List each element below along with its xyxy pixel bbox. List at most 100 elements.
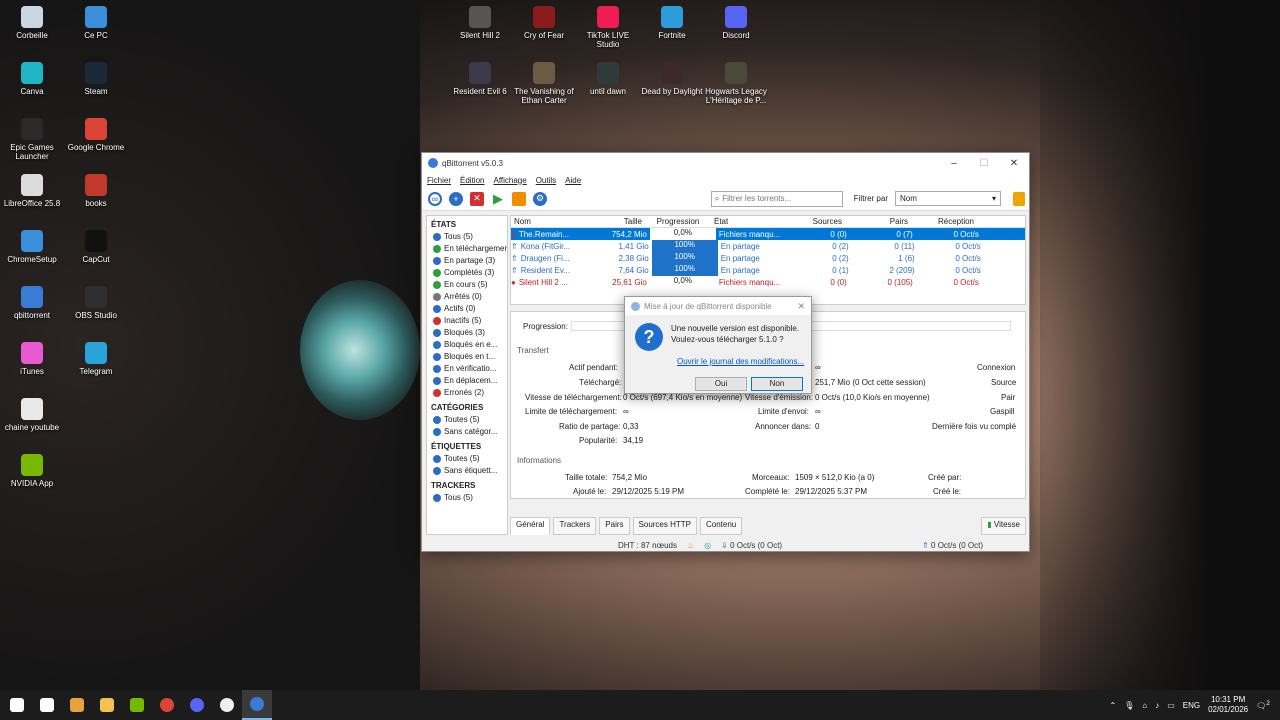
detail-tab[interactable]: Trackers <box>553 517 597 535</box>
menu-item[interactable]: Fichier <box>427 176 451 185</box>
taskbar-qbittorrent-button[interactable] <box>242 690 272 720</box>
close-button[interactable]: ✕ <box>999 158 1029 169</box>
sidebar-item[interactable]: Bloqués en e... <box>427 339 507 351</box>
menu-item[interactable]: Édition <box>460 176 484 185</box>
table-row[interactable]: ● Silent Hill 2 ... 25,61 Gio 0,0% Fichiers… <box>511 276 1025 288</box>
desktop-icon[interactable]: until dawn <box>576 62 640 96</box>
network-icon[interactable]: ◎ <box>704 541 711 550</box>
sidebar-item[interactable]: Sans catégor... <box>427 426 507 438</box>
add-torrent-icon[interactable]: + <box>449 191 463 206</box>
yes-button[interactable]: Oui <box>695 377 747 391</box>
battery-icon[interactable]: ▭ <box>1167 701 1175 710</box>
table-row[interactable]: ● The.Remain... 754,2 Mio 0,0% Fichiers man… <box>511 228 1025 240</box>
search-input[interactable]: ⌕ Filtrer les torrents... <box>710 190 843 207</box>
chevron-up-icon[interactable]: ⌃ <box>1109 701 1116 710</box>
column-header[interactable]: Nom <box>511 217 577 226</box>
desktop-icon[interactable]: Corbeille <box>0 6 64 40</box>
sidebar-item[interactable]: Toutes (5) <box>427 453 507 465</box>
no-button[interactable]: Non <box>751 377 803 391</box>
desktop-icon[interactable]: LibreOffice 25.8 <box>0 174 64 208</box>
table-row[interactable]: ⇑ Draugen (Fi... 2,38 Gio 100% En partage 0 … <box>511 252 1025 264</box>
labels-header[interactable]: ÉTIQUETTES <box>427 438 507 453</box>
desktop-icon[interactable]: Cry of Fear <box>512 6 576 40</box>
detail-tab[interactable]: Sources HTTP <box>632 517 697 535</box>
sidebar-item[interactable]: Sans étiquett... <box>427 465 507 477</box>
menu-item[interactable]: Aide <box>565 176 581 185</box>
sidebar-item[interactable]: En téléchargement <box>427 243 507 255</box>
sidebar-item[interactable]: Arrêtés (0) <box>427 291 507 303</box>
desktop-icon[interactable]: The Vanishing of Ethan Carter <box>512 62 576 105</box>
taskbar-start-button[interactable] <box>2 690 32 720</box>
minimize-button[interactable]: – <box>939 158 969 169</box>
language-indicator[interactable]: ENG <box>1183 701 1200 710</box>
column-header[interactable]: Réception <box>911 217 977 226</box>
taskbar-nvidia-button[interactable] <box>122 690 152 720</box>
categories-header[interactable]: CATÉGORIES <box>427 399 507 414</box>
desktop-icon[interactable]: ChromeSetup <box>0 230 64 264</box>
desktop-icon[interactable]: Hogwarts Legacy L'Héritage de P... <box>704 62 768 105</box>
column-header[interactable]: Progression <box>645 217 711 226</box>
desktop-icon[interactable]: Steam <box>64 62 128 96</box>
desktop-icon[interactable]: OBS Studio <box>64 286 128 320</box>
desktop-icon[interactable]: Telegram <box>64 342 128 376</box>
taskbar-chrome-button[interactable] <box>152 690 182 720</box>
sidebar-item[interactable]: Tous (5) <box>427 231 507 243</box>
desktop-icon[interactable]: Discord <box>704 6 768 40</box>
taskbar-store-button[interactable] <box>32 690 62 720</box>
menu-item[interactable]: Outils <box>536 176 556 185</box>
states-header[interactable]: ÉTATS <box>427 216 507 231</box>
sidebar-item[interactable]: En déplacem... <box>427 375 507 387</box>
table-row[interactable]: ⇑ Resident Ev... 7,64 Gio 100% En partage 0 … <box>511 264 1025 276</box>
sidebar-item[interactable]: Bloqués en t... <box>427 351 507 363</box>
desktop-icon[interactable]: CapCut <box>64 230 128 264</box>
desktop-icon[interactable]: chaine youtube <box>0 398 64 432</box>
download-speed[interactable]: ⇓ 0 Oct/s (0 Oct) <box>721 541 782 550</box>
desktop-icon[interactable]: Silent Hill 2 <box>448 6 512 40</box>
desktop-icon[interactable]: Resident Evil 6 <box>448 62 512 96</box>
column-header[interactable]: Pairs <box>845 217 911 226</box>
menu-item[interactable]: Affichage <box>493 176 526 185</box>
detail-tab[interactable]: Contenu <box>700 517 743 535</box>
sidebar-item[interactable]: Tous (5) <box>427 492 507 504</box>
sidebar-item[interactable]: En partage (3) <box>427 255 507 267</box>
sidebar-item[interactable]: Bloqués (3) <box>427 327 507 339</box>
column-header[interactable]: Taille <box>577 217 645 226</box>
add-link-icon[interactable]: ∞ <box>428 191 442 206</box>
sidebar-item[interactable]: Toutes (5) <box>427 414 507 426</box>
tab-speed[interactable]: ▮ Vitesse <box>981 517 1026 535</box>
desktop-icon[interactable]: NVIDIA App <box>0 454 64 488</box>
desktop-icon[interactable]: Dead by Daylight <box>640 62 704 96</box>
desktop-icon[interactable]: Ce PC <box>64 6 128 40</box>
desktop-icon[interactable]: iTunes <box>0 342 64 376</box>
notification-icon[interactable]: 🗨2 <box>1256 700 1270 711</box>
desktop-icon[interactable]: books <box>64 174 128 208</box>
clock[interactable]: 10:31 PM 02/01/2026 <box>1208 695 1248 715</box>
close-icon[interactable]: ✕ <box>797 301 805 312</box>
taskbar-copilot-button[interactable] <box>62 690 92 720</box>
taskbar-obs-button[interactable] <box>212 690 242 720</box>
taskbar-discord-button[interactable] <box>182 690 212 720</box>
table-row[interactable]: ⇑ Kona (FitGir... 1,41 Gio 100% En partage 0… <box>511 240 1025 252</box>
sidebar-item[interactable]: Complétés (3) <box>427 267 507 279</box>
column-header[interactable]: État <box>711 217 781 226</box>
upload-speed[interactable]: ⇑ 0 Oct/s (0 Oct) <box>922 541 983 550</box>
sidebar-item[interactable]: En vérificatio... <box>427 363 507 375</box>
detail-tab[interactable]: Général <box>510 517 551 535</box>
stop-icon[interactable] <box>512 191 526 206</box>
desktop-icon[interactable]: Google Chrome <box>64 118 128 152</box>
desktop-icon[interactable]: Canva <box>0 62 64 96</box>
filter-select[interactable]: Nom ▾ <box>895 191 1001 206</box>
microphone-icon[interactable]: 🎙 <box>1124 701 1134 710</box>
options-gear-icon[interactable]: ⚙ <box>533 191 547 206</box>
volume-icon[interactable]: ♪ <box>1155 701 1159 710</box>
desktop-icon[interactable]: Epic Games Launcher <box>0 118 64 161</box>
sidebar-item[interactable]: Erronés (2) <box>427 387 507 399</box>
trackers-header[interactable]: TRACKERS <box>427 477 507 492</box>
detail-tab[interactable]: Pairs <box>599 517 630 535</box>
desktop-icon[interactable]: TikTok LIVE Studio <box>576 6 640 49</box>
sidebar-item[interactable]: Inactifs (5) <box>427 315 507 327</box>
lock-icon[interactable] <box>1013 191 1025 206</box>
taskbar-explorer-button[interactable] <box>92 690 122 720</box>
sidebar-item[interactable]: Actifs (0) <box>427 303 507 315</box>
start-icon[interactable]: ▶ <box>491 191 505 206</box>
